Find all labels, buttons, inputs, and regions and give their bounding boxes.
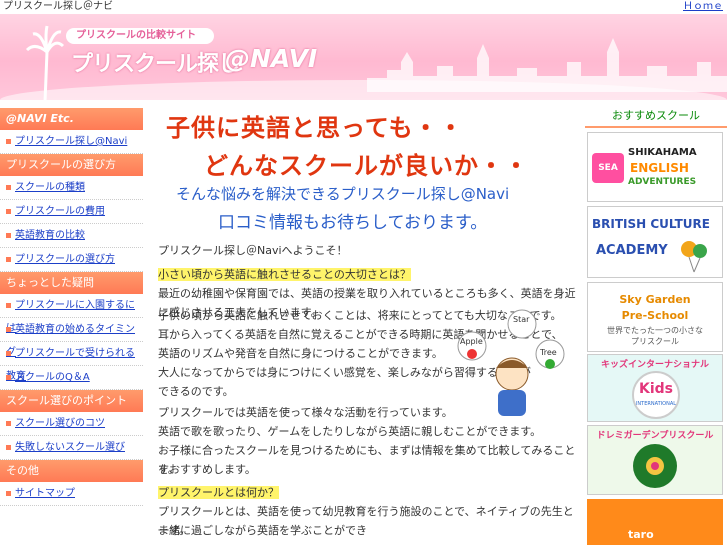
sidebar-item-tips[interactable]: スクール選びのコツ <box>0 412 143 436</box>
bubble-apple: Apple <box>460 337 483 346</box>
sidebar-item-timing[interactable]: 英語教育の始めるタイミング <box>0 318 143 358</box>
child-illustration-icon: Apple Star Tree <box>457 309 565 416</box>
banner-line: キッズインターナショナル <box>600 360 709 370</box>
headline-2: どんなスクールが良いか・・ <box>204 152 529 180</box>
sidebar-item-label: 英語教育の比較 <box>15 230 85 241</box>
top-bar: プリスクール探し＠ナビ Ｈｏｍｅ <box>0 0 727 14</box>
sidebar-item-enroll[interactable]: プリスクールに入園するには <box>0 294 143 334</box>
bullet-icon <box>6 326 11 332</box>
banner-line: Kids <box>638 381 673 397</box>
bubble-star: Star <box>513 315 530 324</box>
banner-doremi-garden[interactable]: ドレミガーデンプリスクール <box>587 425 723 495</box>
sidebar-item-sitemap[interactable]: サイトマップ <box>0 482 143 506</box>
balloon-icon <box>681 241 707 273</box>
bullet-icon <box>6 350 11 356</box>
sidebar-item-label: プリスクールの選び方 <box>15 254 115 265</box>
banner-line: Pre-School <box>621 309 689 322</box>
sidebar-item-label: スクールの種類 <box>15 182 85 193</box>
headline-4: 口コミ情報もお待ちしております。 <box>218 213 488 233</box>
home-link[interactable]: Ｈｏｍｅ <box>683 0 723 14</box>
sidebar-item-label: プリスクールの費用 <box>15 206 105 217</box>
heading-highlight: プリスクールとは何か？ <box>158 486 279 499</box>
banner-line: ACADEMY <box>596 243 668 258</box>
right-column: おすすめスクール <box>585 104 727 128</box>
bullet-icon <box>6 420 11 426</box>
sidebar-item-nofail[interactable]: 失敗しないスクール選び <box>0 436 143 460</box>
sidebar-item-label: サイトマップ <box>15 488 75 499</box>
logo-navi[interactable]: @NAVI <box>225 44 317 73</box>
banner-line: Sky Garden <box>619 293 691 306</box>
banner-line: ドレミガーデンプリスクール <box>596 431 714 441</box>
sidebar-item-types[interactable]: スクールの種類 <box>0 176 143 200</box>
sidebar-item-label: スクールのQ＆A <box>15 372 90 383</box>
paragraph-2e: できるのです。 <box>158 385 234 398</box>
banner-line: プリスクール <box>631 337 679 346</box>
banner-shikahama[interactable]: SEA SHIKAHAMA ENGLISH ADVENTURES <box>587 132 723 202</box>
banner-line: 世界でたった一つの小さな <box>607 326 703 335</box>
banner-taro[interactable]: taro <box>587 499 723 545</box>
paragraph-2c: 英語のリズムや発音を自然に身につけることができます。 <box>158 347 443 360</box>
sidebar-item-compare[interactable]: 英語教育の比較 <box>0 224 143 248</box>
paragraph-4: プリスクールとは、英語を使って幼児教育を行う施設のことで、ネイティブの先生と一緒… <box>158 505 574 537</box>
sidebar-heading-choose: プリスクールの選び方 <box>0 154 143 176</box>
banner-line: ENGLISH <box>630 161 689 175</box>
logo-text[interactable]: プリスクール探し <box>71 46 240 78</box>
intro-text: プリスクール探し＠Naviへようこそ！ <box>158 244 348 257</box>
banner-line: SHIKAHAMA <box>628 147 697 158</box>
bullet-icon <box>6 374 11 380</box>
sidebar-item-cost[interactable]: プリスクールの費用 <box>0 200 143 224</box>
sidebar-heading-questions: ちょっとした疑問 <box>0 272 143 294</box>
banner-sky-garden[interactable]: Sky Garden Pre-School 世界でたった一つの小さな プリスクー… <box>587 282 723 352</box>
bullet-icon <box>6 490 11 496</box>
sidebar-item-label: スクール選びのコツ <box>15 418 105 429</box>
sidebar-heading-points: スクール選びのポイント <box>0 390 143 412</box>
sidebar-item-label: 失敗しないスクール選び <box>15 442 125 453</box>
headline-3: そんな悩みを解決できるプリスクール探し@Navi <box>176 185 510 203</box>
doremi-logo-icon <box>633 444 677 488</box>
sidebar-heading-navi: @NAVI Etc. <box>0 108 143 130</box>
section-heading-2: プリスクールとは何か？ <box>158 483 279 502</box>
banner-line: ADVENTURES <box>628 177 697 187</box>
paragraph-3d: す。 <box>158 463 179 476</box>
headline-1: 子供に英語と思っても・・ <box>166 114 464 142</box>
section-heading-1: 小さい頃から英語に触れさせることの大切さとは？ <box>158 265 411 284</box>
paragraph-4b: ます。 <box>158 524 190 537</box>
site-tagline: プリスクール探し＠ナビ <box>3 1 113 12</box>
sidebar-item-home[interactable]: プリスクール探し@Navi <box>0 130 143 154</box>
header-badge: プリスクールの比較サイト <box>66 28 214 44</box>
paragraph-3a: プリスクールでは英語を使って様々な活動を行っています。 <box>158 406 453 419</box>
banner-line: BRITISH CULTURE <box>592 217 710 231</box>
banner-line: taro <box>628 528 654 541</box>
sidebar-item-qa[interactable]: スクールのQ＆A <box>0 366 143 390</box>
banner-badge: SEA <box>592 153 624 183</box>
bubble-tree: Tree <box>539 348 557 357</box>
bullet-icon <box>6 302 11 308</box>
sidebar-item-howto[interactable]: プリスクールの選び方 <box>0 248 143 272</box>
site-header: プリスクールの比較サイト プリスクール探し @NAVI <box>0 14 727 100</box>
banner-line: INTERNATIONAL <box>635 401 677 407</box>
sidebar-heading-other: その他 <box>0 460 143 482</box>
recommended-title: おすすめスクール <box>585 104 727 128</box>
left-sidebar: @NAVI Etc. プリスクール探し@Navi プリスクールの選び方 スクール… <box>0 108 143 506</box>
sidebar-item-label: プリスクール探し@Navi <box>15 136 128 147</box>
paragraph-3c: お子様に合ったスクールを見つけるためにも、まずは情報を集めて比較してみることをお… <box>158 444 576 476</box>
banner-british-culture[interactable]: BRITISH CULTURE ACADEMY <box>587 206 723 278</box>
bullet-icon <box>6 256 11 262</box>
banner-kids-international[interactable]: キッズインターナショナル Kids INTERNATIONAL <box>587 354 723 422</box>
bullet-icon <box>6 184 11 190</box>
bullet-icon <box>6 444 11 450</box>
paragraph-3b: 英語で歌を歌ったり、ゲームをしたりしながら英語に親しむことができます。 <box>158 425 542 438</box>
bullet-icon <box>6 138 11 144</box>
heading-highlight: 小さい頃から英語に触れさせることの大切さとは？ <box>158 268 411 281</box>
sidebar-item-education[interactable]: プリスクールで受けられる教育 <box>0 342 143 382</box>
bullet-icon <box>6 208 11 214</box>
kids-logo: Kids INTERNATIONAL <box>632 371 680 419</box>
bullet-icon <box>6 232 11 238</box>
